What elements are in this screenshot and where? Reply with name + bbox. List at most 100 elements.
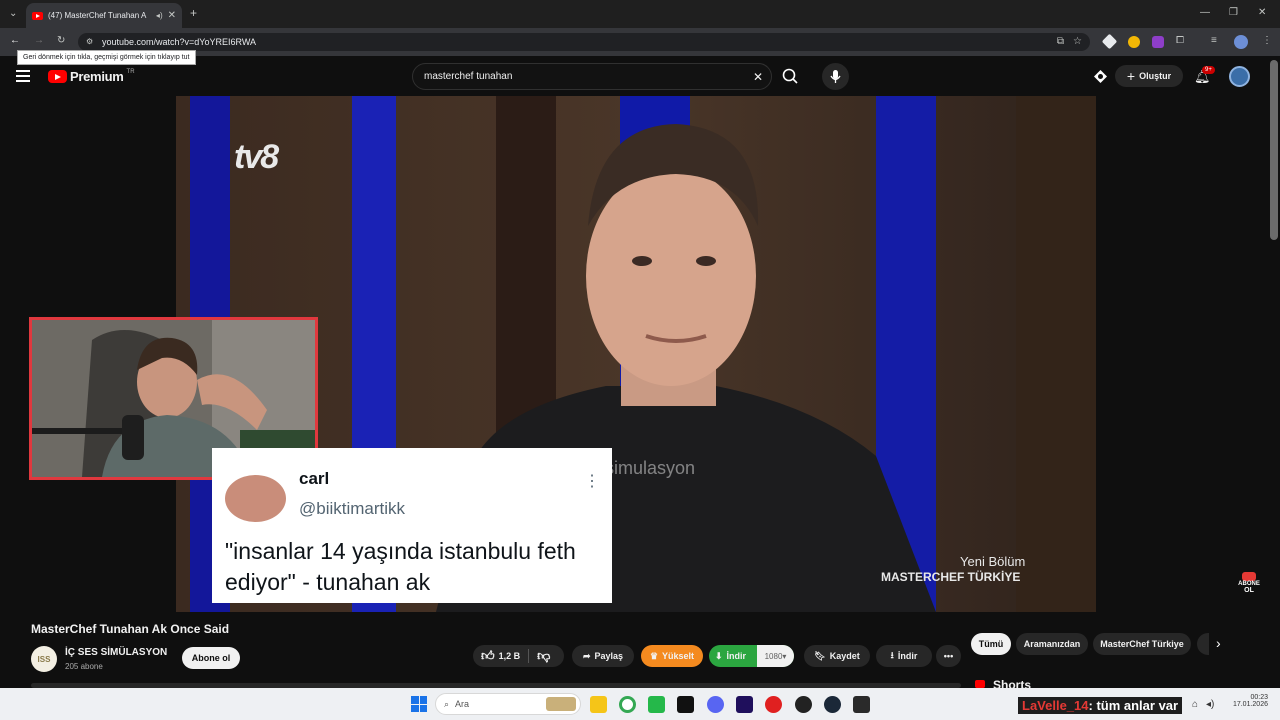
search-button[interactable] [772, 63, 808, 90]
like-icon[interactable]: 👍︎ [481, 648, 495, 664]
bookmark-star-icon[interactable]: ☆ [1073, 37, 1082, 47]
save-label: Kaydet [829, 651, 860, 661]
tab-title: (47) MasterChef Tunahan A [48, 11, 147, 20]
forward-icon[interactable]: → [34, 36, 44, 46]
tweet-name: carl [299, 469, 330, 488]
clock[interactable]: 00:23 17.01.2026 [1226, 694, 1268, 708]
video-title: MasterChef Tunahan Ak Once Said [31, 622, 230, 636]
account-avatar[interactable] [1229, 66, 1250, 87]
search-highlight-image [546, 697, 576, 711]
chat-overlay: LaVelle_14: tüm anlar var [1018, 697, 1183, 714]
tweet-avatar [225, 475, 286, 522]
window-close-icon[interactable]: ✕ [1258, 8, 1266, 18]
tv8-logo: tv8 [234, 138, 279, 176]
reload-icon[interactable]: ↻ [57, 36, 65, 46]
discord-icon[interactable] [707, 696, 724, 713]
clock-date: 17.01.2026 [1232, 701, 1268, 708]
quality-dropdown-icon: ▾ [782, 651, 787, 661]
extension-purple-icon[interactable] [1152, 36, 1164, 48]
download2-label: İndir [897, 651, 918, 661]
more-horizontal-icon: ••• [943, 651, 954, 661]
premium-download-button[interactable]: ⬇ İndir 1080 ▾ [709, 645, 794, 667]
epic-games-icon[interactable] [853, 696, 870, 713]
browser-tab[interactable]: (47) MasterChef Tunahan A ◂) ✕ [26, 3, 182, 28]
tiktok-icon[interactable] [677, 696, 694, 713]
chips-next-icon[interactable]: › [1216, 635, 1221, 651]
tweet-handle: @biiktimartikk [299, 499, 406, 518]
youtube-logo[interactable]: Premium TR [48, 69, 135, 84]
media-player-icon[interactable] [765, 696, 782, 713]
install-icon[interactable]: ⧉ [1057, 37, 1064, 47]
address-bar[interactable]: ⚙ youtube.com/watch?v=dYoYREI6RWA ⧉ ☆ [78, 33, 1090, 51]
subscribe-overlay-badge[interactable]: ABONE OL [1236, 572, 1262, 596]
profile-avatar-icon[interactable] [1234, 35, 1248, 49]
bookmark-icon: 🔖︎ [814, 650, 826, 661]
red-play-icon [1242, 572, 1256, 581]
minimize-icon[interactable]: — [1200, 8, 1210, 18]
channel-avatar[interactable]: ISS [31, 646, 57, 672]
url-text: youtube.com/watch?v=dYoYREI6RWA [102, 37, 257, 47]
back-icon[interactable]: ← [10, 36, 20, 46]
hamburger-menu-icon[interactable] [16, 70, 30, 82]
download-button[interactable]: ⭳ İndir [876, 645, 932, 667]
subscribe-button[interactable]: Abone ol [182, 647, 240, 669]
file-explorer-icon[interactable] [590, 696, 607, 713]
channel-name[interactable]: İÇ SES SİMÜLASYON [65, 647, 167, 658]
youtube-favicon-icon [32, 11, 43, 20]
voice-search-button[interactable] [822, 63, 849, 90]
badge-line-2: OL [1244, 587, 1254, 594]
like-count[interactable]: 1,2 B [499, 651, 521, 661]
search-input[interactable]: masterchef tunahan ✕ [412, 63, 772, 90]
save-button[interactable]: 🔖︎ Kaydet [804, 645, 870, 667]
notification-badge: 9+ [1202, 66, 1215, 74]
page-scrollbar[interactable] [1270, 60, 1278, 240]
obs-icon[interactable] [795, 696, 812, 713]
chip-from-search[interactable]: Aramanızdan [1016, 633, 1088, 655]
chip-masterchef[interactable]: MasterChef Türkiye [1093, 633, 1191, 655]
restore-icon[interactable]: ❐ [1229, 8, 1238, 18]
chip-next-partial[interactable] [1197, 633, 1209, 655]
tab-close-icon[interactable]: ✕ [168, 10, 176, 21]
shorts-icon [975, 680, 985, 688]
speaker-icon[interactable]: ◂) [156, 11, 163, 21]
studio-icon[interactable] [1093, 69, 1108, 84]
windows-start-icon[interactable] [411, 696, 427, 712]
network-icon[interactable]: ⌂ [1192, 699, 1198, 710]
steam-icon[interactable] [824, 696, 841, 713]
upgrade-label: Yükselt [662, 651, 695, 661]
share-button[interactable]: ➦ Paylaş [572, 645, 634, 667]
green-app-icon[interactable] [648, 696, 665, 713]
share-icon: ➦ [582, 650, 591, 661]
premiere-icon[interactable] [736, 696, 753, 713]
new-tab-icon[interactable]: + [190, 7, 197, 19]
chat-username: LaVelle_14 [1022, 698, 1089, 713]
dislike-icon[interactable]: 👎︎ [537, 648, 550, 664]
taskbar-search[interactable]: ⌕ Ara [435, 693, 581, 715]
share-label: Paylaş [594, 651, 624, 661]
chip-all[interactable]: Tümü [971, 633, 1011, 655]
clock-time: 00:23 [1250, 694, 1268, 701]
clear-search-icon[interactable]: ✕ [753, 70, 763, 84]
chrome-icon[interactable] [619, 696, 636, 713]
logo-region: TR [126, 68, 135, 75]
more-actions-button[interactable]: ••• [936, 645, 961, 667]
subscriber-count: 205 abone [65, 662, 103, 671]
create-label: Oluştur [1139, 71, 1172, 81]
site-info-icon[interactable]: ⚙ [86, 37, 93, 47]
tweet-card: carl @biiktimartikk ⋮ "insanlar 14 yaşın… [212, 448, 612, 603]
browser-menu-icon[interactable]: ⋮ [1262, 36, 1272, 46]
reading-list-icon[interactable]: ≡ [1211, 36, 1217, 46]
tweet-more-icon: ⋮ [584, 473, 600, 490]
volume-icon[interactable]: ◂) [1206, 699, 1214, 710]
crown-icon: ♛ [649, 650, 659, 661]
upgrade-button[interactable]: ♛ Yükselt [641, 645, 703, 667]
create-button[interactable]: + Oluştur [1115, 65, 1183, 87]
extension-yellow-icon[interactable] [1128, 36, 1140, 48]
tab-list-icon[interactable]: ⌄ [9, 9, 17, 19]
youtube-play-icon [48, 70, 67, 83]
back-tooltip: Geri dönmek için tıkla, geçmişi görmek i… [17, 50, 196, 65]
extensions-icon[interactable]: ⧠ [1176, 36, 1184, 46]
quality-value: 1080 [764, 651, 783, 661]
quality-select[interactable]: 1080 ▾ [757, 645, 794, 667]
chat-message: : tüm anlar var [1088, 698, 1179, 713]
